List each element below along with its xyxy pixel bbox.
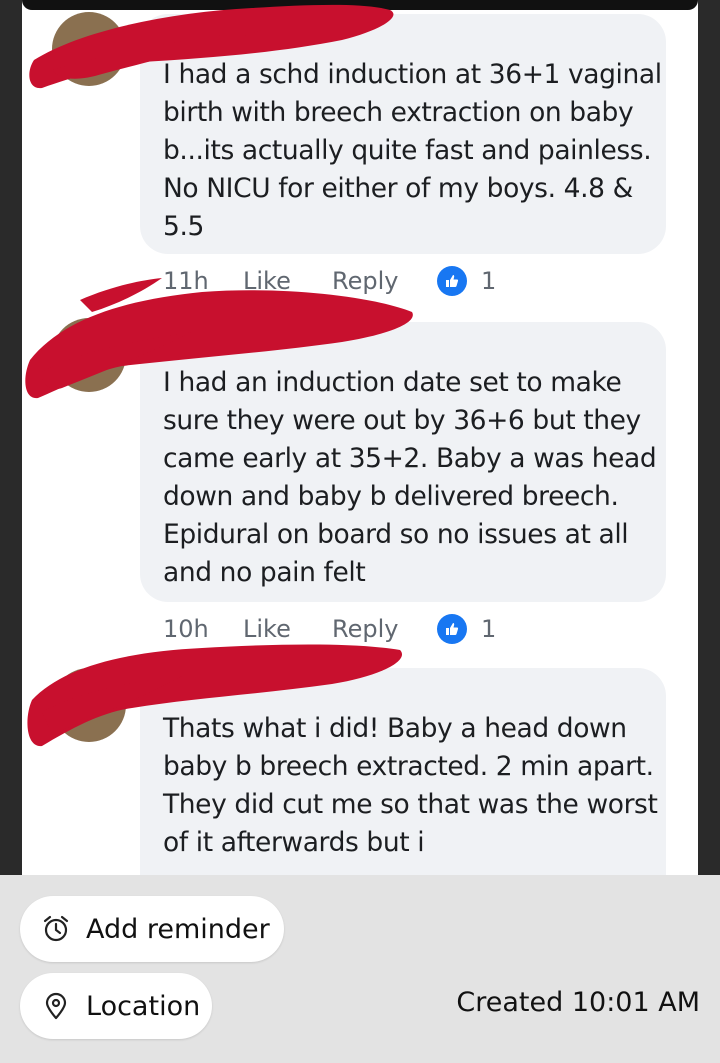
location-label: Location bbox=[86, 990, 201, 1022]
location-pin-icon bbox=[40, 990, 72, 1022]
alarm-clock-icon bbox=[40, 913, 72, 945]
created-time: Created 10:01 AM bbox=[456, 987, 700, 1018]
redaction-scribble bbox=[25, 4, 413, 747]
add-reminder-label: Add reminder bbox=[86, 913, 270, 945]
location-button[interactable]: Location bbox=[20, 973, 212, 1039]
bottom-panel: Add reminder Location Created 10:01 AM bbox=[0, 875, 720, 1063]
add-reminder-button[interactable]: Add reminder bbox=[20, 896, 284, 962]
screenshot-image: I had a schd induction at 36+1 vaginal b… bbox=[22, 0, 698, 875]
